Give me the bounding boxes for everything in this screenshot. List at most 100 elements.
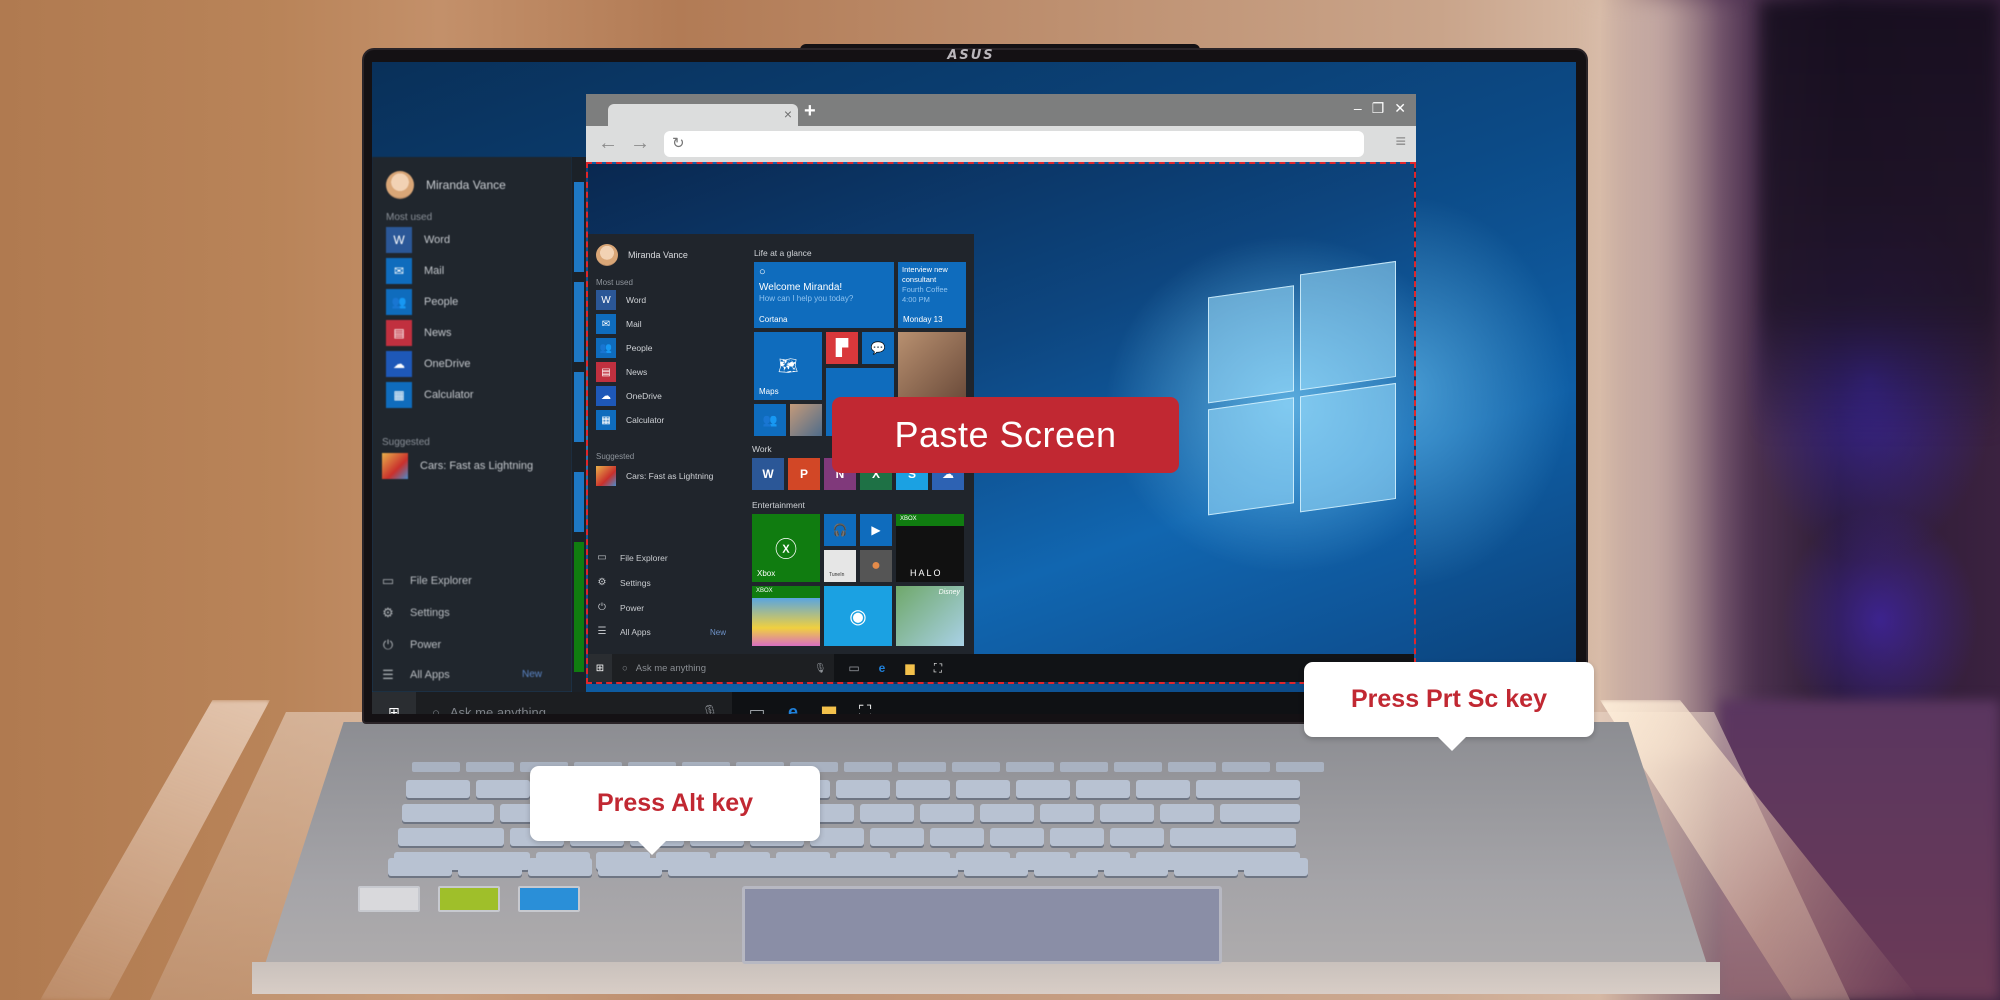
- key[interactable]: [896, 780, 950, 798]
- pasted-suggested-cars[interactable]: Cars: Fast as Lightning: [596, 466, 713, 486]
- pasted-file-explorer[interactable]: ▭ File Explorer: [596, 552, 667, 563]
- store-icon[interactable]: ⛶: [852, 700, 878, 715]
- browser-menu-button[interactable]: ≡: [1395, 131, 1406, 152]
- cortana-tile[interactable]: ○ Welcome Miranda! How can I help you to…: [754, 262, 894, 328]
- microphone-icon[interactable]: 🎙: [701, 704, 718, 714]
- new-tab-button[interactable]: +: [804, 100, 816, 123]
- alt-key-right[interactable]: [964, 858, 1028, 876]
- start-item-mail[interactable]: ✉ Mail: [386, 258, 444, 284]
- minimize-button[interactable]: –: [1354, 100, 1362, 117]
- start-item-news[interactable]: ▤ News: [386, 320, 452, 346]
- touchpad[interactable]: [742, 886, 1222, 964]
- browser-tab[interactable]: ×: [608, 104, 798, 126]
- key[interactable]: [1110, 828, 1164, 846]
- contact-photo-tile[interactable]: [790, 404, 822, 436]
- key[interactable]: [1100, 804, 1154, 822]
- photos-tile[interactable]: [898, 332, 966, 400]
- pasted-settings[interactable]: ⚙ Settings: [596, 577, 651, 588]
- key[interactable]: [870, 828, 924, 846]
- key[interactable]: [466, 762, 514, 772]
- prtsc-key[interactable]: [1222, 762, 1270, 772]
- calendar-tile[interactable]: Interview new consultant Fourth Coffee 4…: [898, 262, 966, 328]
- backspace-key[interactable]: [1196, 780, 1300, 798]
- task-view-icon[interactable]: ▭: [744, 700, 770, 715]
- pasted-search-box[interactable]: ○ Ask me anything 🎙: [612, 654, 834, 682]
- close-button[interactable]: ✕: [1394, 100, 1406, 117]
- pasted-item-people[interactable]: 👥 People: [596, 338, 652, 358]
- tab-close-icon[interactable]: ×: [784, 106, 792, 122]
- file-explorer-icon[interactable]: ▆: [900, 659, 920, 677]
- pasted-start-button[interactable]: ⊞: [588, 654, 612, 682]
- maps-tile[interactable]: 🗺 Maps: [754, 332, 822, 400]
- key[interactable]: [1220, 804, 1300, 822]
- reload-button[interactable]: ↻: [672, 134, 685, 152]
- microphone-icon[interactable]: 🎙: [814, 663, 826, 674]
- address-bar[interactable]: [664, 131, 1364, 157]
- store-icon[interactable]: ⛶: [928, 659, 948, 677]
- arrow-right-key[interactable]: [1244, 858, 1308, 876]
- restore-button[interactable]: ❐: [1372, 100, 1385, 117]
- back-button[interactable]: ←: [598, 132, 618, 155]
- start-user[interactable]: Miranda Vance: [386, 171, 506, 199]
- key[interactable]: [990, 828, 1044, 846]
- start-item-people[interactable]: 👥 People: [386, 289, 458, 315]
- start-item-onedrive[interactable]: ☁ OneDrive: [386, 351, 470, 377]
- movies-tile[interactable]: ▶: [860, 514, 892, 546]
- pasted-item-onedrive[interactable]: ☁ OneDrive: [596, 386, 662, 406]
- start-button[interactable]: ⊞: [372, 692, 416, 714]
- start-power[interactable]: ⏻ Power: [380, 637, 441, 653]
- start-settings[interactable]: ⚙ Settings: [380, 605, 450, 621]
- forward-button[interactable]: →: [630, 132, 650, 155]
- key[interactable]: [1016, 780, 1070, 798]
- key[interactable]: [406, 780, 470, 798]
- alt-key[interactable]: [598, 858, 662, 876]
- pasted-item-word[interactable]: W Word: [596, 290, 646, 310]
- pasted-item-news[interactable]: ▤ News: [596, 362, 647, 382]
- key[interactable]: [1168, 762, 1216, 772]
- start-item-calculator[interactable]: ▦ Calculator: [386, 382, 474, 408]
- key[interactable]: [1136, 780, 1190, 798]
- pasted-item-calculator[interactable]: ▦ Calculator: [596, 410, 664, 430]
- fn-key[interactable]: [458, 858, 522, 876]
- arrow-left-key[interactable]: [1104, 858, 1168, 876]
- key[interactable]: [956, 780, 1010, 798]
- pasted-all-apps[interactable]: ☰ All Apps: [596, 626, 651, 637]
- word-tile[interactable]: W: [752, 458, 784, 490]
- task-view-icon[interactable]: ▭: [844, 659, 864, 677]
- shazam-tile[interactable]: ◉: [824, 586, 892, 646]
- photos-app-tile[interactable]: ●: [860, 550, 892, 582]
- key[interactable]: [1040, 804, 1094, 822]
- key[interactable]: [844, 762, 892, 772]
- edge-icon[interactable]: e: [780, 700, 806, 715]
- key[interactable]: [920, 804, 974, 822]
- key[interactable]: [1006, 762, 1054, 772]
- ctrl-key[interactable]: [388, 858, 452, 876]
- key[interactable]: [1050, 828, 1104, 846]
- start-file-explorer[interactable]: ▭ File Explorer: [380, 573, 472, 589]
- key[interactable]: [1114, 762, 1162, 772]
- key[interactable]: [952, 762, 1000, 772]
- pasted-user[interactable]: Miranda Vance: [596, 244, 688, 266]
- flipboard-tile[interactable]: ▛: [826, 332, 858, 364]
- arrow-updown-key[interactable]: [1174, 858, 1238, 876]
- key[interactable]: [1276, 762, 1324, 772]
- ctrl-key-right[interactable]: [1034, 858, 1098, 876]
- key[interactable]: [836, 780, 890, 798]
- tab-key[interactable]: [402, 804, 494, 822]
- people-tile[interactable]: 👥: [754, 404, 786, 436]
- windows-key[interactable]: [528, 858, 592, 876]
- pasted-item-mail[interactable]: ✉ Mail: [596, 314, 642, 334]
- spacebar-key[interactable]: [668, 858, 958, 876]
- caps-lock-key[interactable]: [398, 828, 504, 846]
- file-explorer-icon[interactable]: ▆: [816, 700, 842, 715]
- enter-key[interactable]: [1170, 828, 1296, 846]
- powerpoint-tile[interactable]: P: [788, 458, 820, 490]
- start-all-apps[interactable]: ☰ All Apps: [380, 667, 450, 683]
- key[interactable]: [1160, 804, 1214, 822]
- key[interactable]: [1076, 780, 1130, 798]
- key[interactable]: [1060, 762, 1108, 772]
- key[interactable]: [476, 780, 530, 798]
- minion-rush-tile[interactable]: XBOX: [752, 586, 820, 646]
- messaging-tile[interactable]: 💬: [862, 332, 894, 364]
- groove-music-tile[interactable]: 🎧: [824, 514, 856, 546]
